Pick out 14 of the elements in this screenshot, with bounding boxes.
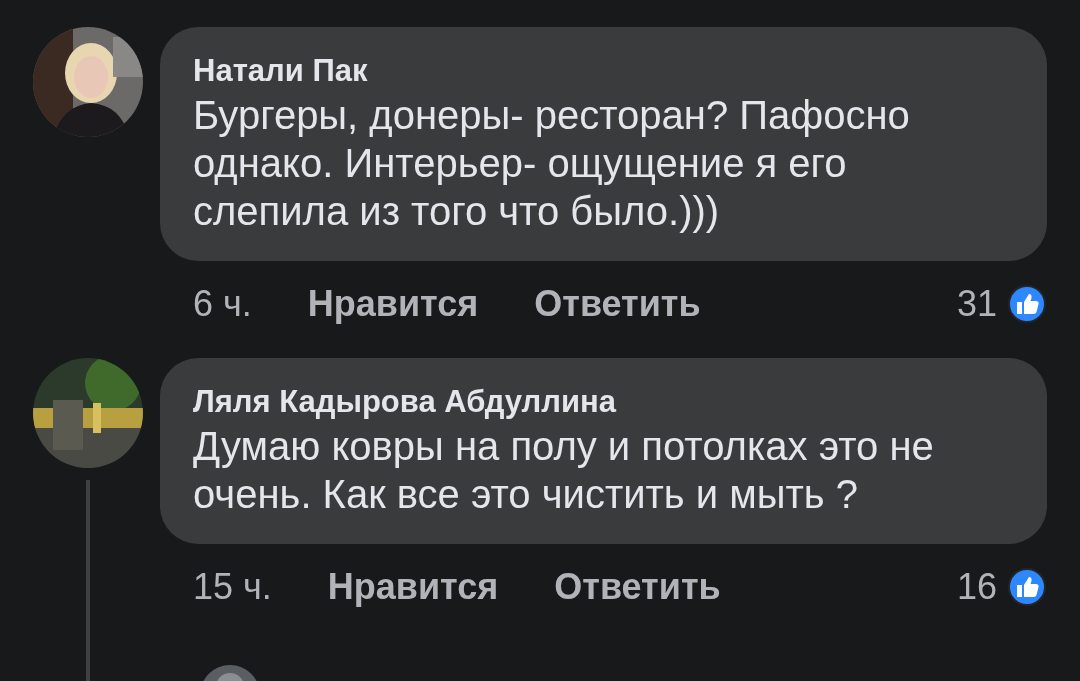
comment-time[interactable]: 15 ч. xyxy=(193,566,272,608)
action-link[interactable]: Нравится xyxy=(327,566,499,608)
comment-text: Бургеры, донеры- ресторан? Пафосно однако. Интерьер- ощущение я его слепила из того что было.))) xyxy=(193,92,911,235)
thumbs-up-icon[interactable] xyxy=(1007,567,1047,607)
comment-time[interactable]: 6 ч. xyxy=(193,283,252,325)
reaction-count[interactable]: 16 xyxy=(956,566,997,608)
action-link[interactable]: Ответить xyxy=(554,566,721,608)
reaction-count[interactable]: 31 xyxy=(956,283,997,325)
thumbs-up-icon[interactable] xyxy=(1007,284,1047,324)
action-link[interactable]: Ответить xyxy=(534,283,701,325)
author-name[interactable]: Натали Пак xyxy=(193,51,1014,91)
action-link[interactable]: Нравится xyxy=(307,283,479,325)
comment-text: Думаю ковры на полу и потолках это не очень. Как все это чистить и мыть ? xyxy=(193,423,935,518)
author-name[interactable]: Ляля Кадырова Абдуллина xyxy=(193,382,1014,422)
